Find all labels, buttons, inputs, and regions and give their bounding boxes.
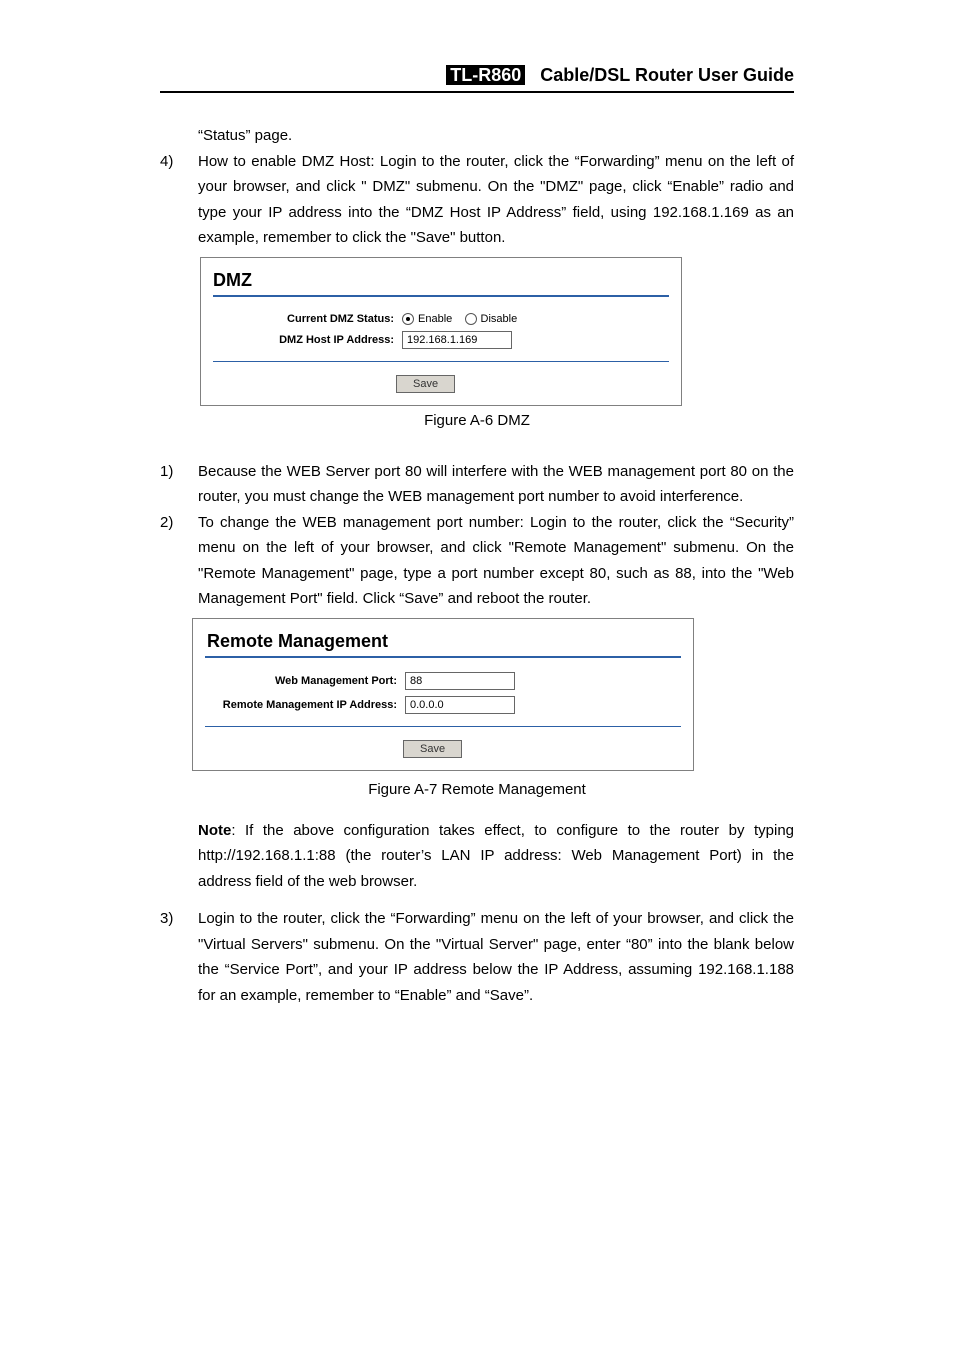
- note-label: Note: [198, 822, 231, 839]
- rm-save-button[interactable]: Save: [403, 740, 462, 758]
- step-1-number: 1): [160, 459, 198, 510]
- dmz-ip-input[interactable]: 192.168.1.169: [402, 331, 512, 349]
- figure-a7-caption: Figure A-7 Remote Management: [160, 781, 794, 798]
- dmz-save-button[interactable]: Save: [396, 375, 455, 393]
- model-box: TL-R860: [446, 65, 525, 85]
- step-3-text: Login to the router, click the “Forwardi…: [198, 906, 794, 1008]
- step-4-number: 4): [160, 149, 198, 251]
- dmz-ip-label: DMZ Host IP Address:: [219, 334, 402, 346]
- step-3-number: 3): [160, 906, 198, 1008]
- header-title-text: [530, 65, 540, 85]
- rm-panel-title: Remote Management: [207, 631, 679, 652]
- enable-radio-label: Enable: [418, 313, 452, 325]
- note-block: Note: If the above configuration takes e…: [198, 818, 794, 895]
- dmz-panel: DMZ Current DMZ Status: Enable Disable D…: [200, 257, 682, 406]
- figure-a6-caption: Figure A-6 DMZ: [160, 412, 794, 429]
- remote-management-panel: Remote Management Web Management Port: 8…: [192, 618, 694, 771]
- rm-ip-input[interactable]: 0.0.0.0: [405, 696, 515, 714]
- divider: [205, 656, 681, 658]
- header-guide: Cable/DSL Router User Guide: [540, 65, 794, 85]
- disable-radio[interactable]: [465, 313, 477, 325]
- dmz-status-label: Current DMZ Status:: [219, 313, 402, 325]
- page-header: TL-R860 Cable/DSL Router User Guide: [160, 65, 794, 93]
- divider: [213, 361, 669, 362]
- rm-port-input[interactable]: 88: [405, 672, 515, 690]
- divider: [213, 295, 669, 297]
- prev-continuation: “Status” page.: [198, 123, 794, 149]
- disable-radio-label: Disable: [481, 313, 518, 325]
- step-1-text: Because the WEB Server port 80 will inte…: [198, 459, 794, 510]
- rm-port-label: Web Management Port:: [207, 675, 405, 687]
- step-2-text: To change the WEB management port number…: [198, 510, 794, 612]
- enable-radio[interactable]: [402, 313, 414, 325]
- divider: [205, 726, 681, 727]
- step-2-number: 2): [160, 510, 198, 612]
- dmz-status-options: Enable Disable: [402, 313, 517, 325]
- step-4-text: How to enable DMZ Host: Login to the rou…: [198, 149, 794, 251]
- dmz-panel-title: DMZ: [213, 270, 669, 291]
- note-text: : If the above configuration takes effec…: [198, 822, 794, 890]
- rm-ip-label: Remote Management IP Address:: [207, 699, 405, 711]
